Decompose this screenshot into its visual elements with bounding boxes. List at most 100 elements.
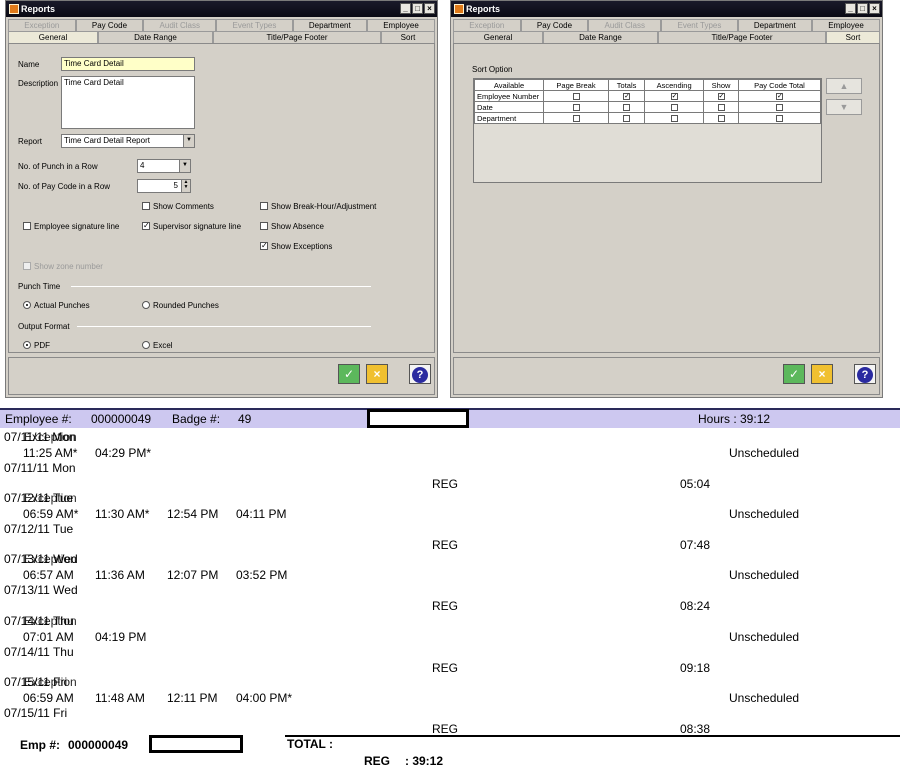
show-break-checkbox[interactable] [260,202,268,210]
minimize-button[interactable]: _ [400,3,411,14]
sort-panel: Sort Option Available Page Break Totals … [453,43,880,353]
tab-department[interactable]: Department [292,19,367,31]
sort-option-checkbox[interactable]: ✓ [623,93,631,101]
pdf-radio[interactable] [23,341,31,349]
name-input[interactable]: Time Card Detail [61,57,195,71]
sort-field-name[interactable]: Employee Number [474,90,544,102]
sort-field-name[interactable]: Department [474,112,544,124]
table-cell [644,112,705,124]
employee-number: 000000049 [91,412,152,426]
move-up-button[interactable]: ▲ [826,78,862,94]
day-header-exception: Exception [24,430,77,444]
stepper-arrows-icon[interactable]: ▲ ▼ [181,180,190,192]
show-comments-checkbox[interactable] [142,202,150,210]
cancel-button[interactable]: × [811,364,833,384]
app-icon [454,4,464,14]
tab-employee[interactable]: Employee [811,19,881,31]
sort-option-checkbox[interactable]: ✓ [670,93,678,101]
excel-radio[interactable] [142,341,150,349]
ok-button[interactable]: ✓ [338,364,360,384]
tab-department[interactable]: Department [737,19,812,31]
redacted-name [149,735,243,753]
report-output: Employee #: 000000049 Badge #: 49 Hours … [0,400,900,777]
sort-option-checkbox[interactable] [572,93,580,101]
sort-option-checkbox[interactable]: ✓ [776,93,783,101]
sort-option-checkbox[interactable] [572,115,580,123]
close-button[interactable]: × [869,3,880,14]
actual-punches-radio[interactable] [23,301,31,309]
show-zone-number-label: Show zone number [34,262,103,271]
table-cell [607,101,646,113]
day-header-exception: Exception [24,552,77,567]
pay-code-hours: 07:48 [680,538,711,553]
sort-option-checkbox[interactable] [670,115,678,123]
move-down-button[interactable]: ▼ [826,99,862,115]
punch-time: 06:57 AM [23,568,74,583]
tab-date-range[interactable]: Date Range [543,31,658,43]
column-header-pay-code-total: Pay Code Total [738,79,821,91]
reports-window-sort: Reports _ □ × Exception Pay Code Audit C… [450,0,883,398]
pay-code-in-row-stepper[interactable]: 5 ▲ ▼ [137,179,191,193]
tab-strip: Exception Pay Code Audit Class Event Typ… [453,19,881,43]
tab-general[interactable]: General [8,31,98,43]
tab-exception: Exception [453,19,521,31]
tab-title-page-footer[interactable]: Title/Page Footer [213,31,381,43]
employee-signature-checkbox[interactable] [23,222,31,230]
table-cell [543,90,609,102]
maximize-button[interactable]: □ [857,3,868,14]
sort-option-checkbox[interactable] [623,104,631,112]
supervisor-signature-checkbox[interactable]: ✓ [142,222,150,230]
rounded-punches-radio[interactable] [142,301,150,309]
tab-event-types: Event Types [216,19,293,31]
chevron-down-icon[interactable]: ▼ [183,135,194,147]
description-textarea[interactable]: Time Card Detail [61,76,195,129]
cancel-button[interactable]: × [366,364,388,384]
show-absence-checkbox[interactable] [260,222,268,230]
tab-strip: Exception Pay Code Audit Class Event Typ… [8,19,436,43]
name-label: Name [18,60,40,69]
tab-pay-code[interactable]: Pay Code [520,19,589,31]
schedule-status: Unscheduled [729,690,800,705]
sort-option-checkbox[interactable] [623,115,631,123]
tab-title-page-footer[interactable]: Title/Page Footer [658,31,826,43]
help-button[interactable]: ? [854,364,876,384]
tab-employee[interactable]: Employee [366,19,436,31]
employee-signature-label: Employee signature line [34,222,120,231]
show-exceptions-checkbox[interactable]: ✓ [260,242,268,250]
sort-option-checkbox[interactable] [776,115,783,123]
title-bar: Reports _ □ × [6,1,437,17]
sort-option-checkbox[interactable] [717,104,725,112]
minimize-button[interactable]: _ [845,3,856,14]
pay-code-hours: 09:18 [680,660,711,675]
tab-general[interactable]: General [453,31,543,43]
total-divider [285,735,900,737]
redacted-name [367,409,469,428]
sort-option-checkbox[interactable] [717,115,725,123]
column-header-page-break: Page Break [543,79,609,91]
emp-footer-number: 000000049 [68,738,129,752]
table-cell [644,101,705,113]
chevron-down-icon[interactable]: ▼ [179,160,190,172]
punch-time: 07:01 AM [23,629,74,644]
sort-option-checkbox[interactable]: ✓ [717,93,725,101]
help-button[interactable]: ? [409,364,431,384]
tab-date-range[interactable]: Date Range [98,31,213,43]
tab-sort[interactable]: Sort [826,31,880,43]
punch-in-row-select[interactable]: 4 ▼ [137,159,191,173]
sort-option-checkbox[interactable] [776,104,783,112]
maximize-button[interactable]: □ [412,3,423,14]
output-format-label: Output Format [18,322,70,331]
close-button[interactable]: × [424,3,435,14]
tab-sort[interactable]: Sort [381,31,435,43]
table-cell: ✓ [644,90,705,102]
punch-time: 12:11 PM [167,690,218,705]
tab-pay-code[interactable]: Pay Code [75,19,144,31]
ok-button[interactable]: ✓ [783,364,805,384]
table-cell [543,101,609,113]
report-select[interactable]: Time Card Detail Report ▼ [61,134,195,148]
window-title: Reports [466,4,501,14]
excel-label: Excel [153,341,173,350]
sort-field-name[interactable]: Date [474,101,544,113]
sort-option-checkbox[interactable] [670,104,678,112]
sort-option-checkbox[interactable] [572,104,580,112]
